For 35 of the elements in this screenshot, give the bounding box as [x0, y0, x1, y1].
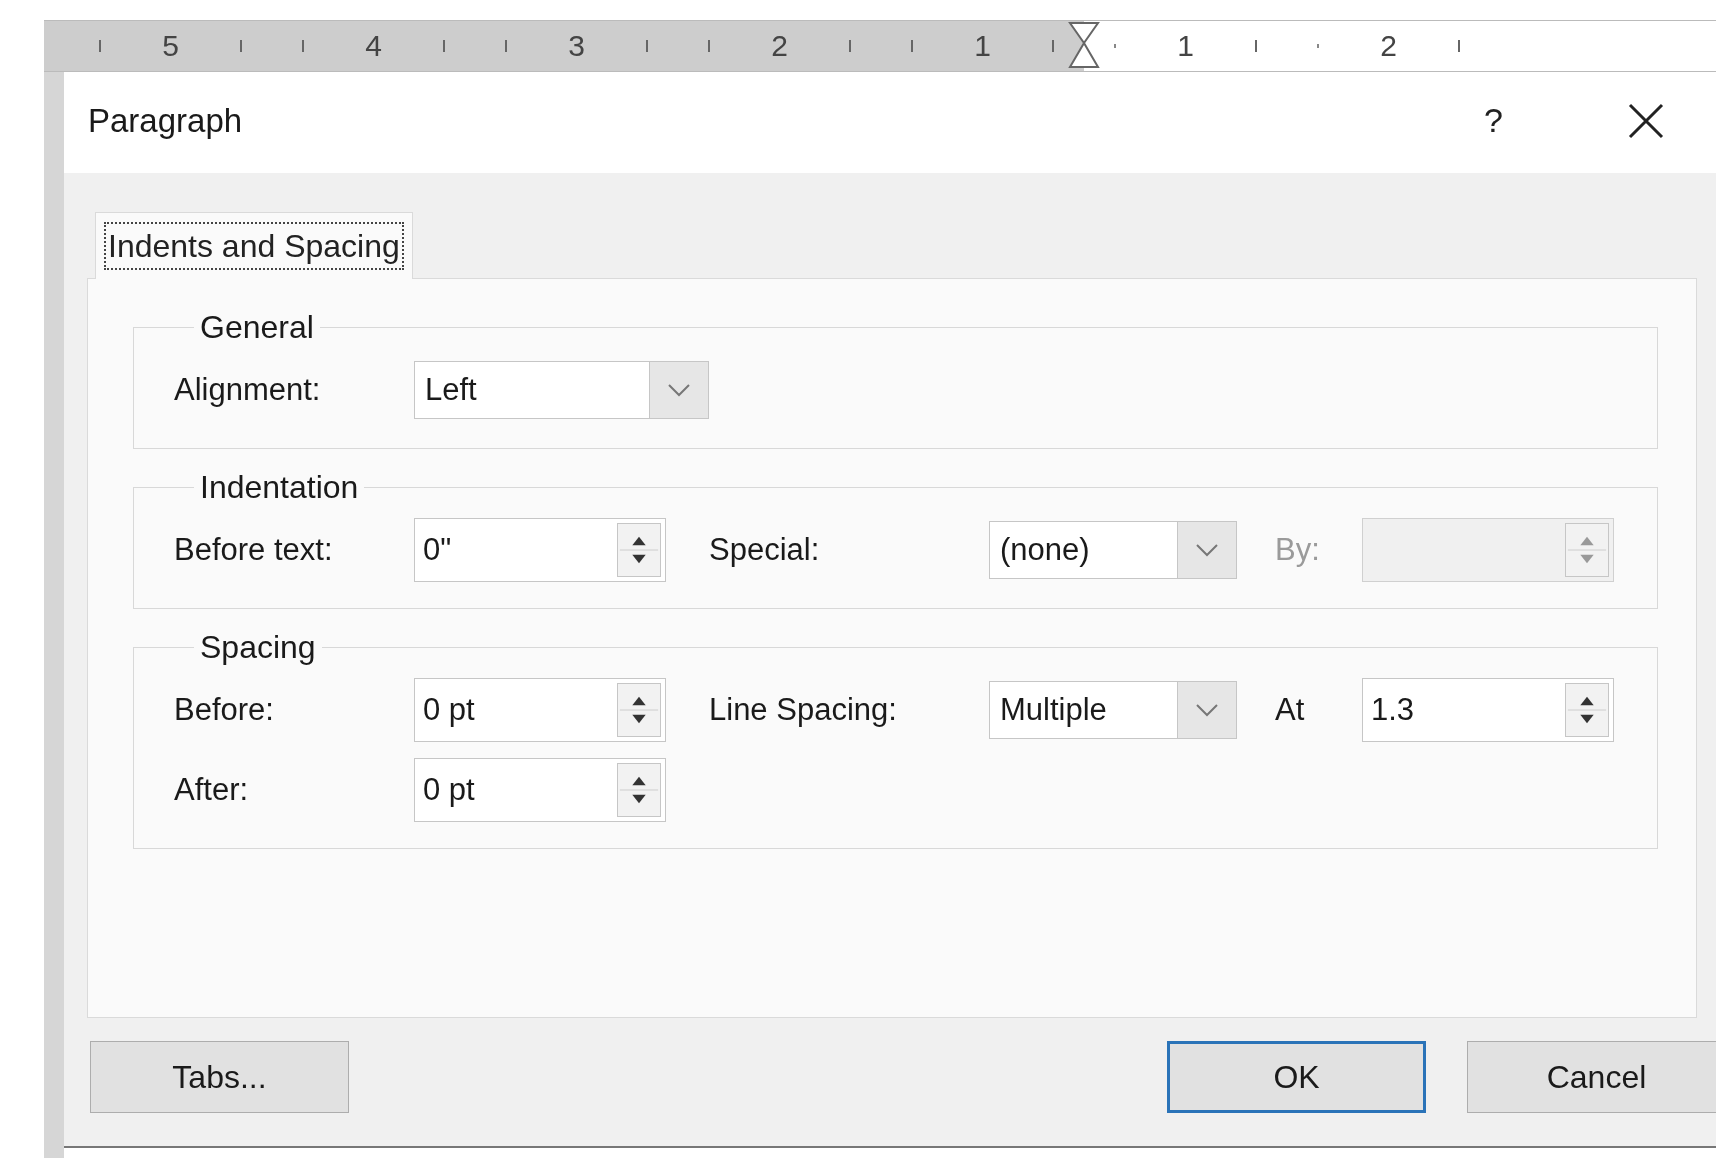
- field-label: Before:: [174, 692, 275, 728]
- chevron-down-icon: [1194, 542, 1220, 558]
- ruler-number: 1: [1177, 29, 1194, 63]
- dialog-button[interactable]: OK: [1167, 1041, 1426, 1113]
- field-label: Line Spacing:: [709, 692, 898, 728]
- ruler-number: 2: [1380, 29, 1397, 63]
- help-button[interactable]: ?: [1476, 101, 1511, 140]
- ruler-number: 2: [771, 29, 788, 63]
- dropdown[interactable]: Left: [414, 361, 709, 419]
- chevron-down-icon: [1194, 702, 1220, 718]
- field-label: By:: [1275, 532, 1321, 568]
- dialog-title: Paragraph: [88, 101, 244, 140]
- spin-arrows-icon[interactable]: [1565, 683, 1609, 737]
- spin-arrows-icon[interactable]: [617, 523, 661, 577]
- field-label: Alignment:: [174, 372, 322, 408]
- field-label: Special:: [709, 532, 821, 568]
- spin-arrows-icon[interactable]: [617, 683, 661, 737]
- field-label: After:: [174, 772, 250, 808]
- ruler-number: 1: [974, 29, 991, 63]
- dropdown[interactable]: (none): [989, 521, 1237, 579]
- dropdown[interactable]: Multiple: [989, 681, 1237, 739]
- group-title: Indentation: [199, 469, 360, 506]
- dialog-button[interactable]: Cancel: [1467, 1041, 1716, 1113]
- dialog-button[interactable]: Tabs...: [90, 1041, 349, 1113]
- ruler-number: 4: [365, 29, 382, 63]
- ruler-number: 5: [162, 29, 179, 63]
- spin-arrows-icon[interactable]: [617, 763, 661, 817]
- ruler-number: 3: [568, 29, 585, 63]
- group-title: General: [199, 309, 315, 346]
- group-title: Spacing: [199, 629, 317, 666]
- field-label: Before text:: [174, 532, 334, 568]
- indent-marker-icon[interactable]: [1066, 21, 1102, 71]
- chevron-down-icon: [666, 382, 692, 398]
- tab[interactable]: Indents and Spacing: [95, 212, 413, 279]
- field-label: At: [1275, 692, 1306, 728]
